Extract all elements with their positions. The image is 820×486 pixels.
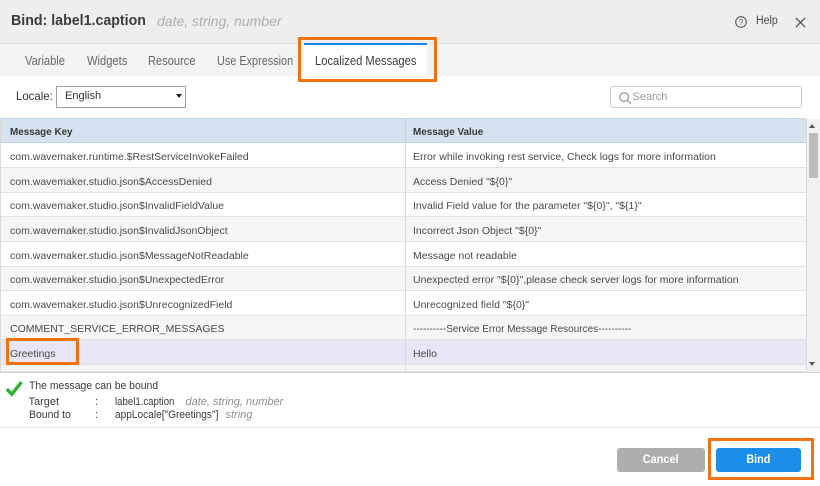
svg-text:?: ? xyxy=(739,17,744,27)
